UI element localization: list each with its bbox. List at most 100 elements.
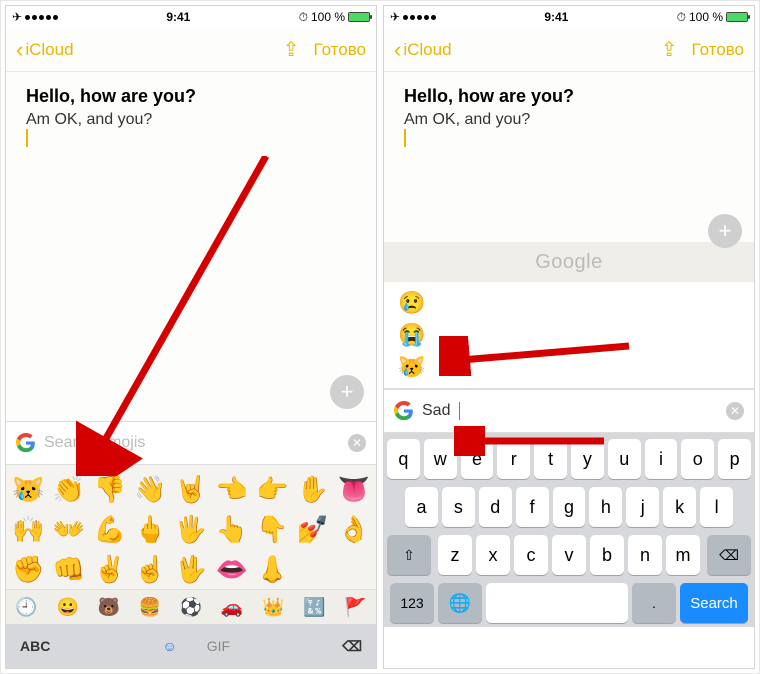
backspace-icon[interactable]: ⌫ bbox=[342, 638, 362, 655]
note-line: Am OK, and you? bbox=[26, 111, 356, 129]
emoji-cell[interactable]: ☝️ bbox=[134, 554, 166, 585]
mode-key[interactable]: 123 bbox=[390, 583, 434, 623]
emoji-cell[interactable]: 👊 bbox=[53, 554, 85, 585]
add-button[interactable]: + bbox=[708, 214, 742, 248]
key-r[interactable]: r bbox=[497, 439, 530, 479]
note-body[interactable]: Hello, how are you? Am OK, and you? + bbox=[384, 72, 754, 242]
emoji-cell[interactable]: 💅 bbox=[297, 514, 329, 545]
key-w[interactable]: w bbox=[424, 439, 457, 479]
key-z[interactable]: z bbox=[438, 535, 472, 575]
emoji-category[interactable]: 🍔 bbox=[139, 597, 161, 618]
emoji-cell[interactable]: 🤘 bbox=[175, 474, 207, 505]
key-h[interactable]: h bbox=[589, 487, 622, 527]
emoji-search-value[interactable]: Sad bbox=[422, 402, 450, 420]
key-p[interactable]: p bbox=[718, 439, 751, 479]
emoji-tab-icon[interactable]: ☺ bbox=[162, 638, 176, 654]
search-key[interactable]: Search bbox=[680, 583, 748, 623]
emoji-cell[interactable]: 👃 bbox=[256, 554, 288, 585]
emoji-search-input[interactable] bbox=[44, 434, 340, 452]
back-label: iCloud bbox=[25, 40, 73, 60]
emoji-cell[interactable]: 👈 bbox=[215, 474, 247, 505]
done-button[interactable]: Готово bbox=[692, 40, 745, 60]
backspace-key[interactable]: ⌫ bbox=[707, 535, 751, 575]
key-j[interactable]: j bbox=[626, 487, 659, 527]
emoji-cell[interactable]: 👉 bbox=[256, 474, 288, 505]
share-icon[interactable]: ⇪ bbox=[661, 37, 678, 62]
abc-button[interactable]: ABC bbox=[20, 638, 50, 654]
emoji-cell[interactable]: ✌️ bbox=[93, 554, 125, 585]
emoji-category[interactable]: 🚗 bbox=[221, 597, 243, 618]
suggestion-row[interactable]: 😢 bbox=[398, 290, 740, 316]
qwerty-keyboard: qwertyuiop asdfghjkl ⇧ zxcvbnm ⌫ 123 🌐 .… bbox=[384, 433, 754, 627]
emoji-cell[interactable]: 🖕 bbox=[134, 514, 166, 545]
emoji-cell[interactable]: 👋 bbox=[134, 474, 166, 505]
emoji-cell[interactable]: 👐 bbox=[53, 514, 85, 545]
key-m[interactable]: m bbox=[666, 535, 700, 575]
add-button[interactable]: + bbox=[330, 375, 364, 409]
emoji-cell[interactable]: 👆 bbox=[215, 514, 247, 545]
globe-key[interactable]: 🌐 bbox=[438, 583, 482, 623]
key-a[interactable]: a bbox=[405, 487, 438, 527]
suggestion-row[interactable]: 😭 bbox=[398, 322, 740, 348]
shift-key[interactable]: ⇧ bbox=[387, 535, 431, 575]
emoji-cell[interactable]: 👇 bbox=[256, 514, 288, 545]
gif-tab[interactable]: GIF bbox=[207, 638, 230, 654]
back-button[interactable]: ‹ iCloud bbox=[16, 39, 74, 61]
emoji-cell[interactable]: 👌 bbox=[337, 514, 369, 545]
emoji-cell[interactable]: 😿 bbox=[12, 474, 44, 505]
key-b[interactable]: b bbox=[590, 535, 624, 575]
battery-pct: 100 % bbox=[689, 10, 723, 24]
emoji-cell[interactable]: ✋ bbox=[297, 474, 329, 505]
emoji-cell[interactable]: 👅 bbox=[337, 474, 369, 505]
space-key[interactable] bbox=[486, 583, 628, 623]
emoji-category[interactable]: 😀 bbox=[56, 597, 78, 618]
key-q[interactable]: q bbox=[387, 439, 420, 479]
back-button[interactable]: ‹ iCloud bbox=[394, 39, 452, 61]
note-body[interactable]: Hello, how are you? Am OK, and you? + bbox=[6, 72, 376, 421]
key-f[interactable]: f bbox=[516, 487, 549, 527]
done-button[interactable]: Готово bbox=[314, 40, 367, 60]
key-o[interactable]: o bbox=[681, 439, 714, 479]
key-t[interactable]: t bbox=[534, 439, 567, 479]
emoji-search-bar[interactable]: Sad ✕ bbox=[384, 389, 754, 433]
key-l[interactable]: l bbox=[700, 487, 733, 527]
emoji-cell[interactable]: 👄 bbox=[215, 554, 247, 585]
airplane-icon: ✈︎ bbox=[390, 10, 400, 24]
emoji-category[interactable]: 👑 bbox=[262, 597, 284, 618]
key-n[interactable]: n bbox=[628, 535, 662, 575]
dot-key[interactable]: . bbox=[632, 583, 676, 623]
clear-icon[interactable]: ✕ bbox=[726, 402, 744, 420]
key-k[interactable]: k bbox=[663, 487, 696, 527]
key-i[interactable]: i bbox=[645, 439, 678, 479]
key-g[interactable]: g bbox=[553, 487, 586, 527]
emoji-cell[interactable]: 🖐 bbox=[175, 514, 207, 545]
key-c[interactable]: c bbox=[514, 535, 548, 575]
battery-pct: 100 % bbox=[311, 10, 345, 24]
emoji-cell[interactable]: 💪 bbox=[93, 514, 125, 545]
suggestion-row[interactable]: 😿 bbox=[398, 354, 740, 380]
key-d[interactable]: d bbox=[479, 487, 512, 527]
emoji-cell[interactable]: 👏 bbox=[53, 474, 85, 505]
emoji-cell[interactable]: 🖖 bbox=[175, 554, 207, 585]
text-cursor bbox=[404, 129, 406, 147]
key-y[interactable]: y bbox=[571, 439, 604, 479]
emoji-cell[interactable]: 🙌 bbox=[12, 514, 44, 545]
emoji-category[interactable]: 🐻 bbox=[98, 597, 120, 618]
key-e[interactable]: e bbox=[461, 439, 494, 479]
signal-dots bbox=[25, 15, 58, 20]
clear-icon[interactable]: ✕ bbox=[348, 434, 366, 452]
key-u[interactable]: u bbox=[608, 439, 641, 479]
emoji-cell[interactable]: 👎 bbox=[93, 474, 125, 505]
key-s[interactable]: s bbox=[442, 487, 475, 527]
emoji-category[interactable]: 🚩 bbox=[344, 597, 366, 618]
key-v[interactable]: v bbox=[552, 535, 586, 575]
keyboard-switch-bar: ABC ☺ GIF ⌫ bbox=[6, 624, 376, 668]
share-icon[interactable]: ⇪ bbox=[283, 37, 300, 62]
key-x[interactable]: x bbox=[476, 535, 510, 575]
emoji-category[interactable]: 🔣 bbox=[303, 597, 325, 618]
emoji-cell[interactable]: ✊ bbox=[12, 554, 44, 585]
emoji-category[interactable]: ⚽ bbox=[180, 597, 202, 618]
emoji-category[interactable]: 🕘 bbox=[15, 597, 37, 618]
emoji-search-bar[interactable]: ✕ bbox=[6, 421, 376, 465]
signal-dots bbox=[403, 15, 436, 20]
